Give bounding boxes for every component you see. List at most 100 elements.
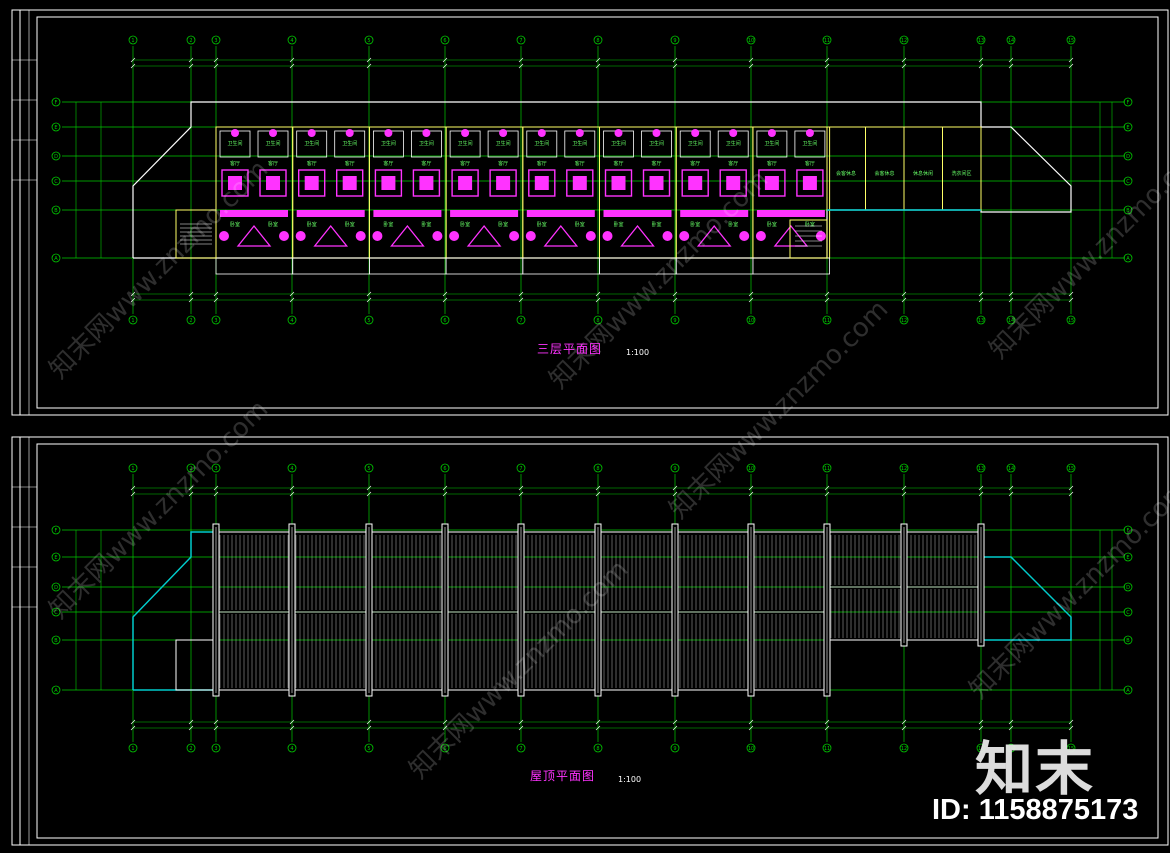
toilet-fixture — [307, 129, 316, 137]
east-room-label: 会客休息 — [874, 170, 894, 177]
room-label-bathroom: 卫生间 — [419, 140, 434, 147]
wardrobe-strip — [526, 210, 595, 217]
room-label-bathroom: 卫生间 — [764, 140, 779, 147]
east-room — [865, 126, 905, 211]
axis-bubble-label: 7 — [519, 38, 522, 44]
toilet-fixture — [269, 129, 277, 137]
wardrobe-strip — [756, 210, 825, 217]
row-bubble-label: A — [1126, 256, 1130, 262]
third-floor-plan: 卫生间 卫生间客厅 客厅卧室 卧室 卫生间 卫生间客厅 客厅卧室 卧室 卫生间 卫生间客厅 客厅卧室… — [132, 101, 1072, 275]
row-bubble-label: B — [54, 208, 58, 214]
plan-scale-third-floor: 1:100 — [626, 348, 650, 357]
row-bubble-label: F — [55, 528, 58, 534]
bedside-fixture — [525, 231, 536, 241]
bedside-fixture — [755, 231, 766, 241]
row-bubble-label: A — [1126, 688, 1130, 694]
room-label-living: 客厅 — [498, 160, 508, 167]
row-bubble-label: C — [1126, 610, 1130, 616]
east-room — [903, 126, 943, 211]
roof-edge-left — [132, 531, 216, 690]
east-room-label: 会客休息 — [836, 170, 856, 177]
toilet-fixture — [422, 129, 431, 137]
diagonal-watermark-text: 知末网www.znzmo.com — [544, 164, 775, 395]
room-label-bedroom: 卧室 — [345, 221, 355, 228]
axis-bubble-label: 9 — [673, 38, 676, 44]
row-bubble-label: E — [54, 555, 57, 561]
toilet-fixture — [499, 129, 508, 137]
axis-bubble-label: 12 — [901, 746, 907, 752]
balcony — [292, 257, 370, 275]
toilet-fixture — [537, 129, 546, 137]
plan-title-third-floor: 三层平面图 — [537, 342, 603, 356]
axis-bubble-label: 14 — [1008, 38, 1014, 44]
room-label-bedroom: 卧室 — [613, 221, 623, 228]
axis-bubble-label: 8 — [596, 746, 599, 752]
room-label-bedroom: 卧室 — [268, 221, 278, 228]
balcony — [445, 257, 524, 275]
bedside-fixture — [509, 231, 520, 241]
row-bubble-label: C — [1126, 179, 1130, 185]
plan-scale-roof: 1:100 — [618, 775, 642, 784]
axis-bubble-label: 2 — [189, 318, 192, 324]
diagonal-watermark-text: 知末网www.znzmo.com — [664, 294, 895, 525]
room-label-bathroom: 卫生间 — [802, 140, 817, 147]
axis-bubble-label: 3 — [214, 318, 217, 324]
row-bubble-label: A — [54, 256, 58, 262]
bed — [236, 224, 272, 247]
balcony — [215, 257, 294, 275]
axis-bubble-label: 6 — [443, 466, 446, 472]
room-label-living: 客厅 — [345, 160, 355, 167]
axis-bubble-label: 5 — [367, 318, 370, 324]
balcony — [368, 257, 447, 275]
bedside-fixture — [295, 231, 306, 241]
axis-bubble-label: 12 — [901, 466, 907, 472]
east-room-label: 休息休闲 — [913, 170, 933, 177]
room-label-bathroom: 卫生间 — [534, 140, 549, 147]
living-table — [649, 176, 664, 190]
room-label-bathroom: 卫生间 — [688, 140, 703, 147]
bed — [313, 224, 349, 247]
wardrobe-strip — [603, 210, 672, 217]
stair-roof-box — [175, 639, 217, 691]
axis-bubble-label: 4 — [290, 318, 293, 324]
room-label-bedroom: 卧室 — [498, 221, 508, 228]
axis-bubble-label: 3 — [214, 38, 217, 44]
toilet-fixture — [384, 129, 393, 137]
axis-bubble-label: 9 — [673, 466, 676, 472]
room-label-living: 客厅 — [537, 160, 547, 167]
axis-bubble-label: 8 — [596, 38, 599, 44]
axis-bubble-label: 10 — [748, 38, 754, 44]
room-label-bedroom: 卧室 — [230, 221, 240, 228]
room-label-bedroom: 卧室 — [805, 221, 815, 228]
room-label-bathroom: 卫生间 — [265, 140, 280, 147]
room-label-bedroom: 卧室 — [651, 221, 661, 228]
axis-bubble-label: 13 — [978, 318, 984, 324]
living-table — [802, 176, 817, 190]
axis-bubble-label: 7 — [519, 466, 522, 472]
wardrobe-strip — [373, 210, 442, 217]
bedside-fixture — [739, 231, 750, 241]
room-label-living: 客厅 — [460, 160, 470, 167]
bedside-fixture — [219, 231, 229, 241]
row-bubble-label: F — [55, 100, 58, 106]
axis-bubble-label: 6 — [443, 318, 446, 324]
row-bubble-label: D — [1126, 154, 1130, 160]
room-label-bathroom: 卫生间 — [726, 140, 741, 147]
roof-plan — [132, 523, 1072, 697]
diagonal-watermark-text: 知末网www.znzmo.com — [964, 474, 1170, 705]
row-bubble-label: B — [1126, 638, 1130, 644]
room-label-living: 客厅 — [383, 160, 393, 167]
plan-title-roof: 屋顶平面图 — [530, 769, 596, 783]
bedside-fixture — [355, 231, 366, 241]
east-room-label: 洗衣间区 — [951, 170, 971, 177]
toilet-fixture — [652, 129, 661, 137]
bedside-fixture — [279, 231, 289, 241]
living-table — [688, 176, 703, 190]
row-bubble-label: D — [54, 154, 58, 160]
room-label-bathroom: 卫生间 — [611, 140, 626, 147]
bed — [620, 224, 655, 247]
row-bubble-label: C — [54, 179, 58, 185]
balcony — [522, 257, 600, 275]
bed — [543, 224, 579, 247]
living-table — [611, 176, 626, 190]
